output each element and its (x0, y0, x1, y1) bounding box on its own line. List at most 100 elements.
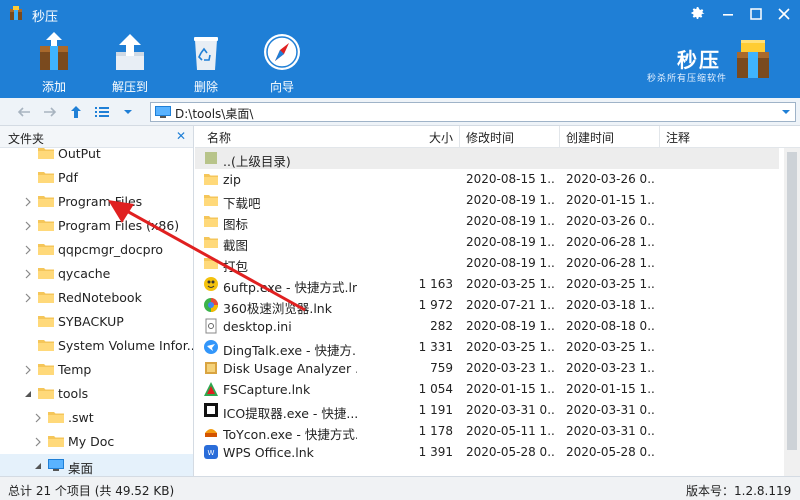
extract-icon (116, 34, 144, 70)
folder-tree-item[interactable]: qycache (0, 262, 193, 286)
column-divider[interactable] (559, 126, 560, 148)
vertical-scrollbar[interactable] (784, 148, 800, 476)
folder-tree-item[interactable]: tools (0, 382, 193, 406)
folder-tree-item[interactable]: 桌面 (0, 454, 193, 476)
add-button[interactable]: 添加 (24, 30, 84, 94)
file-created-time: 2020-03-26 0... (566, 172, 656, 186)
file-created-time: 2020-03-23 1... (566, 361, 656, 375)
file-row[interactable]: 截图 2020-08-19 1... 2020-06-28 1... (195, 232, 779, 253)
folder-tree-item[interactable]: OutPut (0, 142, 193, 166)
file-row[interactable]: W WPS Office.lnk 1 391 2020-05-28 0... 2020-… (195, 442, 779, 463)
tree-expand-icon[interactable] (34, 437, 42, 447)
wizard-label: 向导 (269, 80, 294, 94)
file-row[interactable]: 图标 2020-08-19 1... 2020-03-26 0... (195, 211, 779, 232)
file-row[interactable]: Disk Usage Analyzer ... 759 2020-03-23 1..… (195, 358, 779, 379)
dingtalk-icon (204, 340, 218, 354)
file-row[interactable]: ToYcon.exe - 快捷方式... 1 178 2020-05-11 1...… (195, 421, 779, 442)
folder-tree-item-label: qycache (58, 266, 111, 281)
folder-icon (38, 220, 54, 231)
file-created-time: 2020-03-25 1... (566, 277, 656, 291)
column-header-created[interactable]: 创建时间 (566, 129, 614, 146)
parent-directory-row[interactable]: ..(上级目录) (195, 148, 779, 169)
column-divider[interactable] (459, 126, 460, 148)
file-modified-time: 2020-03-31 0... (466, 403, 556, 417)
column-header-size[interactable]: 大小 (429, 129, 453, 146)
folder-tree-item[interactable]: System Volume Infor... (0, 334, 193, 358)
back-button[interactable] (14, 102, 34, 122)
folder-tree-item[interactable]: My Doc (0, 430, 193, 454)
file-name: WPS Office.lnk (223, 445, 314, 460)
column-header-modified[interactable]: 修改时间 (466, 129, 514, 146)
app-logo-icon (10, 6, 22, 20)
delete-label: 删除 (193, 80, 218, 94)
folder-tree-item[interactable]: qqpcmgr_docpro (0, 238, 193, 262)
file-row[interactable]: zip 2020-08-15 1... 2020-03-26 0... (195, 169, 779, 190)
file-size: 1 054 (418, 382, 453, 396)
minimize-icon (723, 14, 733, 16)
file-row[interactable]: 下载吧 2020-08-19 1... 2020-01-15 1... (195, 190, 779, 211)
folder-icon (38, 292, 54, 303)
forward-button[interactable] (40, 102, 60, 122)
file-modified-time: 2020-03-25 1... (466, 277, 556, 291)
file-modified-time: 2020-08-19 1... (466, 235, 556, 249)
folder-tree-item[interactable]: Pdf (0, 166, 193, 190)
file-row[interactable]: FSCapture.lnk 1 054 2020-01-15 1... 2020-01… (195, 379, 779, 400)
arrow-up-icon (71, 106, 81, 118)
column-header-note[interactable]: 注释 (666, 129, 690, 146)
file-created-time: 2020-03-26 0... (566, 214, 656, 228)
maximize-button[interactable] (744, 2, 768, 26)
file-modified-time: 2020-08-19 1... (466, 214, 556, 228)
file-created-time: 2020-06-28 1... (566, 256, 656, 270)
tree-collapse-icon[interactable] (24, 389, 32, 399)
up-folder-button[interactable] (66, 102, 86, 122)
folder-tree-item[interactable]: SYBACKUP (0, 310, 193, 334)
tree-expand-icon[interactable] (24, 245, 32, 255)
file-row[interactable]: 360极速浏览器.lnk 1 972 2020-07-21 1... 2020-03-… (195, 295, 779, 316)
file-row[interactable]: 打包 2020-08-19 1... 2020-06-28 1... (195, 253, 779, 274)
file-row[interactable]: desktop.ini 282 2020-08-19 1... 2020-08-18 … (195, 316, 779, 337)
file-created-time: 2020-03-31 0... (566, 403, 656, 417)
folder-icon (204, 237, 218, 248)
column-header-name[interactable]: 名称 (207, 129, 231, 146)
folder-tree-item[interactable]: RedNotebook (0, 286, 193, 310)
folder-tree-item-label: RedNotebook (58, 290, 142, 305)
settings-button[interactable] (686, 2, 710, 26)
file-row[interactable]: 6uftp.exe - 快捷方式.lnk 1 163 2020-03-25 1...… (195, 274, 779, 295)
file-name: 下载吧 (223, 196, 261, 211)
file-row[interactable]: DingTalk.exe - 快捷方... 1 331 2020-03-25 1..… (195, 337, 779, 358)
tree-expand-icon[interactable] (24, 293, 32, 303)
folder-tree-item-label: Program Files (x86) (58, 218, 180, 233)
scrollbar-thumb[interactable] (787, 152, 797, 450)
tree-collapse-icon[interactable] (34, 461, 42, 471)
tree-expand-icon[interactable] (24, 365, 32, 375)
minimize-button[interactable] (716, 2, 740, 26)
folder-tree-item[interactable]: Temp (0, 358, 193, 382)
address-bar[interactable]: D:\tools\桌面\ (150, 102, 796, 122)
view-mode-dropdown[interactable] (118, 102, 138, 122)
chevron-down-icon[interactable] (779, 105, 793, 119)
folder-tree-item[interactable]: Program Files (0, 190, 193, 214)
wps-icon: W (204, 445, 218, 459)
folder-icon (48, 436, 64, 447)
folder-icon (38, 364, 54, 375)
folder-tree-item[interactable]: .swt (0, 406, 193, 430)
tree-expand-icon[interactable] (24, 221, 32, 231)
column-divider[interactable] (659, 126, 660, 148)
file-name: ToYcon.exe - 快捷方式... (223, 427, 357, 442)
file-modified-time: 2020-08-15 1... (466, 172, 556, 186)
tree-expand-icon[interactable] (24, 269, 32, 279)
toycon-icon (205, 429, 217, 437)
delete-button[interactable]: 删除 (176, 30, 236, 94)
tree-expand-icon[interactable] (24, 197, 32, 207)
folder-icon (38, 196, 54, 207)
file-created-time: 2020-03-25 1... (566, 340, 656, 354)
wizard-button[interactable]: 向导 (252, 30, 312, 94)
close-pane-icon[interactable]: ✕ (176, 129, 186, 143)
file-row[interactable]: ICO提取器.exe - 快捷... 1 191 2020-03-31 0... 20… (195, 400, 779, 421)
tree-expand-icon[interactable] (34, 413, 42, 423)
extract-button[interactable]: 解压到 (100, 30, 160, 94)
close-button[interactable] (772, 2, 796, 26)
view-mode-button[interactable] (92, 102, 112, 122)
folder-icon (38, 244, 54, 255)
folder-tree-item[interactable]: Program Files (x86) (0, 214, 193, 238)
